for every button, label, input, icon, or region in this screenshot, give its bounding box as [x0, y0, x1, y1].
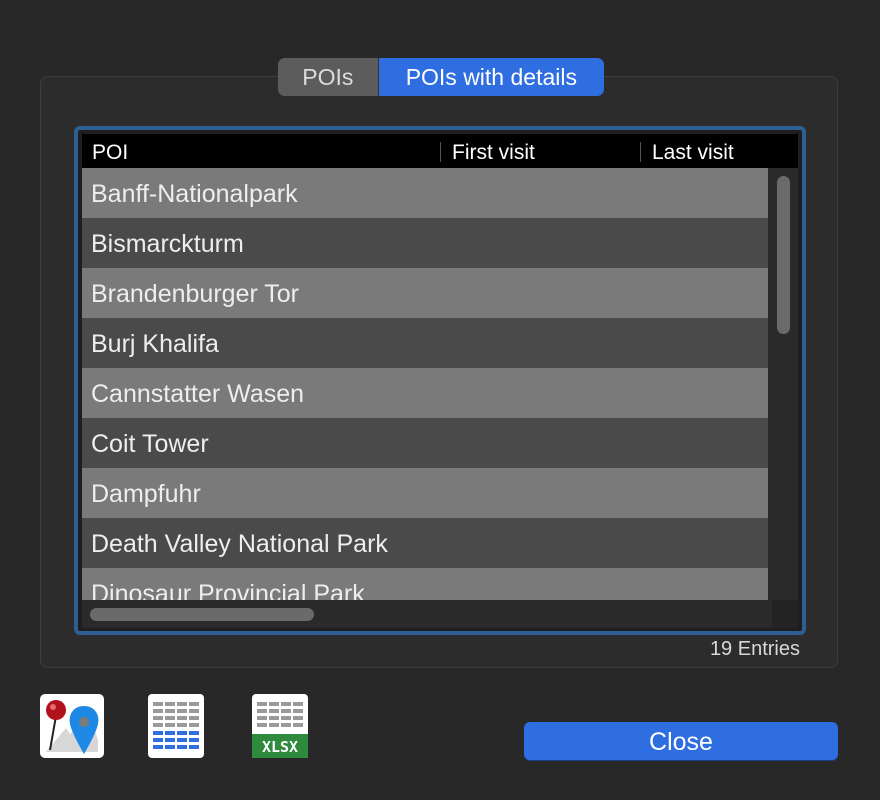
column-divider[interactable]	[640, 142, 641, 162]
table-header: POI First visit Last visit	[82, 134, 798, 168]
column-header-last-visit[interactable]: Last visit	[642, 134, 798, 168]
scrollbar-corner	[772, 600, 798, 628]
table-row[interactable]: Coit Tower	[82, 418, 768, 468]
column-header-poi[interactable]: POI	[82, 134, 442, 168]
close-button[interactable]: Close	[524, 722, 838, 760]
table-row[interactable]: Banff-Nationalpark	[82, 168, 768, 218]
table-body[interactable]: Banff-Nationalpark Bismarckturm Brandenb…	[82, 168, 768, 600]
table-row[interactable]: Death Valley National Park	[82, 518, 768, 568]
table-row[interactable]: Dinosaur Provincial Park	[82, 568, 768, 600]
vertical-scroll-thumb[interactable]	[777, 176, 790, 334]
horizontal-scroll-thumb[interactable]	[90, 608, 314, 621]
poi-table[interactable]: POI First visit Last visit Banff-Nationa…	[74, 126, 806, 635]
tab-pois[interactable]: POIs	[278, 58, 379, 96]
tab-pois-with-details[interactable]: POIs with details	[378, 58, 604, 96]
view-segmented-control[interactable]: POIs POIs with details	[278, 58, 604, 96]
table-row[interactable]: Brandenburger Tor	[82, 268, 768, 318]
column-divider[interactable]	[440, 142, 441, 162]
xlsx-export-icon[interactable]: XLSX	[252, 694, 308, 758]
table-row[interactable]: Bismarckturm	[82, 218, 768, 268]
entries-count: 19 Entries	[709, 638, 800, 660]
xlsx-label: XLSX	[262, 738, 298, 756]
column-header-first-visit[interactable]: First visit	[442, 134, 642, 168]
table-row[interactable]: Burj Khalifa	[82, 318, 768, 368]
vertical-scrollbar[interactable]	[768, 168, 798, 600]
map-pins-icon[interactable]	[40, 694, 104, 758]
table-row[interactable]: Cannstatter Wasen	[82, 368, 768, 418]
horizontal-scrollbar[interactable]	[82, 600, 772, 628]
table-row[interactable]: Dampfuhr	[82, 468, 768, 518]
table-export-icon[interactable]	[148, 694, 204, 758]
